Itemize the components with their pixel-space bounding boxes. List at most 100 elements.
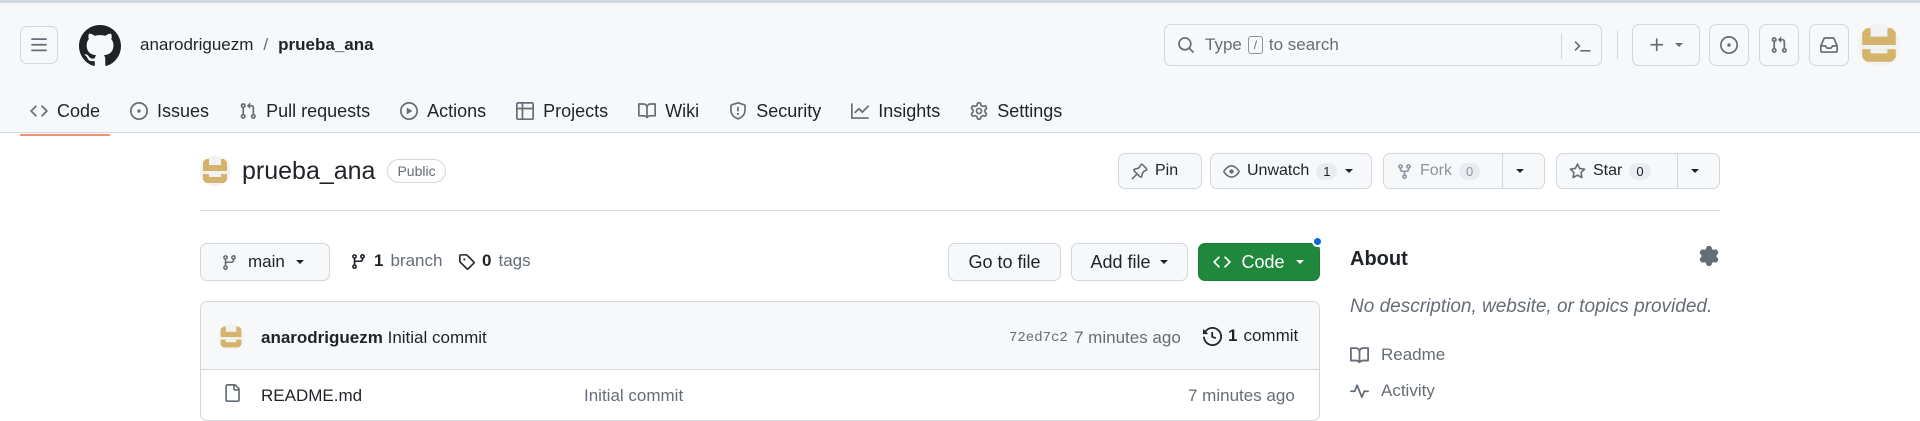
star-count: 0 (1629, 162, 1651, 180)
tab-code[interactable]: Code (20, 87, 111, 136)
inbox-icon (1820, 37, 1838, 53)
pin-label: Pin (1155, 162, 1179, 179)
git-branch-icon (223, 254, 236, 270)
tab-security-label: Security (756, 100, 822, 121)
breadcrumb: anarodriguezm / prueba_ana (140, 35, 374, 55)
search-icon (1178, 37, 1194, 53)
tab-issues-label: Issues (157, 100, 210, 121)
tab-insights[interactable]: Insights (841, 87, 950, 135)
add-file-button[interactable]: Add file (1071, 243, 1188, 281)
branch-selector[interactable]: main (200, 243, 330, 281)
git-branch-icon (352, 253, 365, 269)
breadcrumb-separator: / (263, 35, 269, 54)
gear-icon[interactable] (1699, 246, 1719, 266)
caret-down-icon (1159, 260, 1168, 264)
create-new-button[interactable] (1632, 24, 1700, 66)
search-placeholder-post: to search (1268, 35, 1339, 54)
about-heading: About (1350, 248, 1408, 270)
repo-link[interactable]: prueba_ana (278, 35, 373, 55)
star-button-group: Star 0 (1556, 153, 1720, 189)
search-input[interactable]: Type / to search (1164, 24, 1602, 66)
header-divider-line (200, 210, 1720, 211)
tag-count-label: tags (498, 251, 531, 270)
owner-link[interactable]: anarodriguezm (140, 35, 253, 55)
tab-projects[interactable]: Projects (506, 87, 618, 135)
commit-message: anarodriguezm Initial commit (261, 328, 487, 348)
branch-count: 1 (374, 251, 384, 270)
repo-nav-tabs: Code Issues Pull requests Actions Projec… (20, 87, 1082, 136)
tab-security[interactable]: Security (719, 87, 831, 135)
owner-avatar[interactable] (200, 156, 230, 186)
tags-link[interactable]: 0 tags (458, 251, 531, 271)
tab-pull-requests-label: Pull requests (266, 100, 371, 121)
issues-button[interactable] (1709, 24, 1749, 66)
caret-down-icon (295, 260, 304, 264)
user-avatar[interactable] (1858, 24, 1900, 66)
tab-actions[interactable]: Actions (390, 87, 496, 135)
book-icon (638, 103, 657, 119)
github-logo-icon[interactable] (79, 25, 121, 67)
inbox-button[interactable] (1809, 24, 1849, 66)
repo-title[interactable]: prueba_ana (242, 157, 375, 186)
command-palette-button[interactable] (1561, 33, 1601, 59)
git-pull-request-icon (1771, 36, 1787, 53)
commit-time: 7 minutes ago (1074, 328, 1181, 347)
activity-label: Activity (1381, 381, 1435, 400)
go-to-file-button[interactable]: Go to file (948, 243, 1061, 281)
file-commit-message[interactable]: Initial commit (584, 386, 683, 406)
latest-commit-row: anarodriguezm Initial commit 72ed7c2 7 m… (201, 302, 1319, 370)
eye-icon (1223, 164, 1240, 178)
unwatch-button[interactable]: Unwatch 1 (1210, 153, 1372, 189)
tab-settings[interactable]: Settings (960, 87, 1072, 135)
pull-requests-button[interactable] (1759, 24, 1799, 66)
caret-down-icon (1675, 43, 1683, 47)
file-name[interactable]: README.md (261, 386, 362, 406)
watch-count: 1 (1316, 162, 1338, 180)
go-to-file-label: Go to file (968, 251, 1041, 272)
commit-sha[interactable]: 72ed7c2 (1009, 330, 1068, 346)
terminal-icon (1574, 41, 1591, 52)
activity-link[interactable]: Activity (1350, 381, 1435, 401)
fork-label: Fork (1420, 162, 1452, 179)
header-divider (1617, 31, 1618, 59)
fork-dropdown-button[interactable] (1502, 154, 1537, 188)
caret-down-icon (1516, 169, 1524, 173)
shield-icon (730, 102, 747, 120)
pin-icon (1131, 163, 1148, 179)
fork-count: 0 (1459, 162, 1481, 180)
pin-button[interactable]: Pin (1118, 153, 1202, 189)
readme-link[interactable]: Readme (1350, 345, 1445, 365)
play-icon (400, 102, 419, 120)
repo-header: prueba_ana Public (200, 156, 446, 186)
star-button[interactable]: Star 0 (1557, 154, 1677, 188)
code-icon (1213, 256, 1232, 268)
fork-button[interactable]: Fork 0 (1384, 154, 1502, 188)
hamburger-icon (31, 38, 47, 52)
pulse-icon (1350, 383, 1369, 398)
visibility-badge: Public (387, 159, 446, 183)
pull-request-icon (240, 102, 256, 119)
tag-count: 0 (482, 251, 492, 270)
tab-wiki[interactable]: Wiki (628, 87, 709, 135)
commit-author[interactable]: anarodriguezm (261, 328, 383, 347)
commit-count: 1 (1228, 326, 1238, 345)
tag-icon (459, 253, 475, 270)
commit-title[interactable]: Initial commit (388, 328, 487, 347)
file-icon (225, 384, 240, 402)
commit-history-link[interactable]: 1 commit (1203, 326, 1298, 346)
star-dropdown-button[interactable] (1677, 154, 1712, 188)
branches-link[interactable]: 1 branch (350, 251, 442, 271)
menu-button[interactable] (20, 26, 58, 64)
tab-issues[interactable]: Issues (120, 87, 219, 135)
branch-count-label: branch (390, 251, 443, 270)
book-icon (1350, 346, 1369, 363)
star-icon (1569, 162, 1586, 178)
about-description: No description, website, or topics provi… (1350, 296, 1713, 317)
fork-button-group: Fork 0 (1383, 153, 1545, 189)
commit-author-avatar[interactable] (218, 324, 244, 350)
tab-code-label: Code (57, 100, 101, 121)
code-button[interactable]: Code (1198, 243, 1320, 281)
notification-dot (1312, 236, 1323, 247)
code-button-label: Code (1241, 251, 1285, 272)
tab-pull-requests[interactable]: Pull requests (229, 87, 380, 135)
